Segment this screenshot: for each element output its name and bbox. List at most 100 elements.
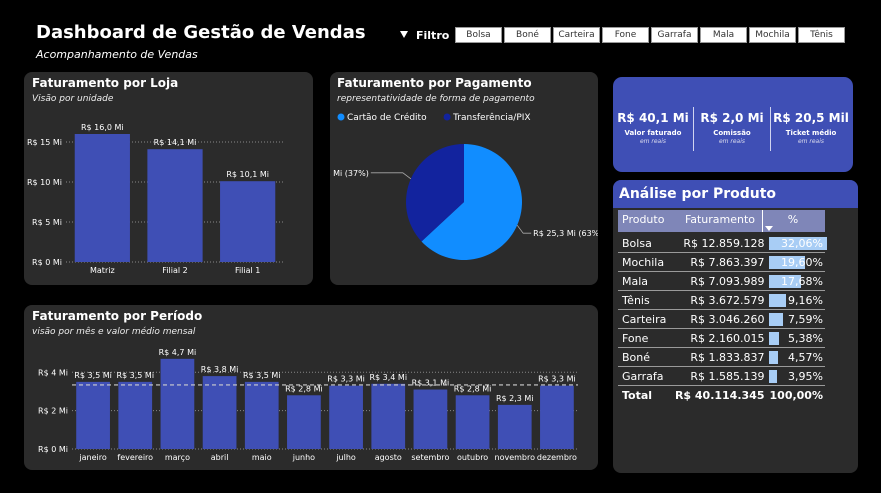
cell-percent: 32,06%	[766, 234, 828, 253]
filter-label: Filtro	[416, 29, 450, 42]
data-label: R$ 25,3 Mi (63%)	[533, 229, 598, 238]
x-tick-label: novembro	[495, 453, 536, 462]
cell-produto: Mala	[618, 271, 675, 291]
data-label: R$ 2,8 Mi	[285, 384, 323, 393]
total-faturamento: R$ 40.114.345	[674, 388, 765, 402]
bar	[147, 149, 203, 262]
period-chart-panel: Faturamento por Período visão por mês e …	[24, 305, 598, 470]
column-divider	[762, 210, 763, 232]
kpi-commission-unit: em reais	[718, 138, 746, 145]
table-row[interactable]: Garrafa R$ 1.585.139 3,95%	[618, 366, 825, 386]
bar	[74, 134, 130, 262]
cell-produto: Boné	[618, 347, 675, 367]
cell-produto: Fone	[618, 328, 675, 348]
column-header-produto[interactable]: Produto	[622, 213, 664, 226]
filter-option-3[interactable]: Fone	[602, 27, 649, 43]
kpi-card: R$ 40,1 Mi Valor faturado em reais R$ 2,…	[613, 77, 853, 172]
kpi-ticket: R$ 20,5 Mil Ticket médio em reais	[771, 111, 851, 145]
cell-produto: Garrafa	[618, 366, 675, 386]
y-tick-label: R$ 2 Mi	[38, 407, 68, 416]
leader-line	[516, 224, 532, 234]
percent-value: 32,06%	[781, 236, 823, 250]
y-tick-label: R$ 0 Mi	[38, 445, 68, 454]
total-percent: 100,00%	[769, 388, 823, 402]
data-label: R$ 3,5 Mi	[243, 371, 281, 380]
data-label: R$ 3,5 Mi	[116, 371, 154, 380]
product-analysis-panel: Análise por Produto Produto Faturamento …	[613, 180, 858, 473]
leader-line	[370, 172, 412, 180]
x-tick-label: dezembro	[537, 453, 577, 462]
table-row[interactable]: Mochila R$ 7.863.397 19,60%	[618, 252, 825, 272]
filter-option-7[interactable]: Tênis	[798, 27, 845, 43]
filter-option-6[interactable]: Mochila	[749, 27, 796, 43]
data-label: R$ 3,5 Mi	[74, 371, 112, 380]
data-label: R$ 2,3 Mi	[496, 394, 534, 403]
bar	[160, 358, 195, 449]
table-row[interactable]: Boné R$ 1.833.837 4,57%	[618, 347, 825, 367]
x-tick-label: junho	[292, 453, 315, 462]
data-label: R$ 3,8 Mi	[201, 365, 239, 374]
bar	[76, 381, 110, 449]
y-tick-label: R$ 15 Mi	[27, 138, 62, 147]
filter-option-4[interactable]: Garrafa	[651, 27, 698, 43]
x-tick-label: agosto	[375, 453, 402, 462]
cell-percent: 7,59%	[766, 309, 825, 329]
percent-value: 4,57%	[788, 350, 823, 364]
table-total-row: Total R$ 40.114.345 100,00%	[618, 386, 825, 405]
filter-option-5[interactable]: Mala	[700, 27, 747, 43]
filter-option-1[interactable]: Boné	[504, 27, 551, 43]
table-row[interactable]: Bolsa R$ 12.859.128 32,06%	[618, 234, 828, 253]
data-label: R$ 14,8 Mi (37%)	[330, 169, 369, 178]
legend-marker	[443, 113, 451, 121]
column-header-percent[interactable]: %	[763, 213, 823, 226]
bar	[455, 395, 490, 449]
data-label: R$ 3,1 Mi	[412, 379, 450, 388]
y-tick-label: R$ 4 Mi	[38, 368, 68, 377]
data-label: R$ 3,3 Mi	[327, 375, 365, 384]
bar	[220, 181, 276, 262]
cell-produto: Tênis	[618, 290, 675, 310]
period-chart: R$ 0 Mi R$ 2 Mi R$ 4 Mi R$ 3,5 Mi janeiro R$ …	[38, 348, 578, 462]
data-label: R$ 10,1 Mi	[226, 170, 269, 179]
cell-percent: 9,16%	[766, 290, 825, 310]
store-chart-panel: Faturamento por Loja Visão por unidade R…	[24, 72, 313, 285]
percent-value: 7,59%	[788, 312, 823, 326]
payment-chart: Cartão de Crédito Transferência/PIX R$ 25,…	[330, 112, 598, 260]
cell-faturamento: R$ 7.093.989	[674, 271, 767, 291]
x-tick-label: setembro	[411, 453, 449, 462]
cell-faturamento: R$ 7.863.397	[674, 252, 767, 272]
kpi-ticket-label: Ticket médio	[785, 129, 837, 137]
table-row[interactable]: Carteira R$ 3.046.260 7,59%	[618, 309, 825, 329]
kpi-commission-value: R$ 2,0 Mi	[700, 111, 764, 125]
x-tick-label: outubro	[457, 453, 488, 462]
percent-value: 19,60%	[781, 255, 823, 269]
cell-percent: 5,38%	[766, 328, 825, 348]
x-tick-label: Filial 2	[162, 266, 187, 275]
table-row[interactable]: Fone R$ 2.160.015 5,38%	[618, 328, 825, 348]
filter-icon	[400, 31, 408, 38]
product-analysis-title: Análise por Produto	[619, 186, 777, 202]
kpi-commission: R$ 2,0 Mi Comissão em reais	[693, 111, 771, 145]
sort-descending-icon[interactable]	[765, 226, 773, 231]
percent-value: 3,95%	[788, 369, 823, 383]
cell-faturamento: R$ 1.833.837	[674, 347, 767, 367]
cell-faturamento: R$ 2.160.015	[674, 328, 767, 348]
bar	[497, 404, 532, 449]
data-label: R$ 16,0 Mi	[81, 123, 124, 132]
bar	[202, 376, 237, 449]
kpi-revenue-label: Valor faturado	[624, 129, 682, 137]
data-label: R$ 14,1 Mi	[154, 138, 197, 147]
cell-produto: Mochila	[618, 252, 675, 272]
table-row[interactable]: Tênis R$ 3.672.579 9,16%	[618, 290, 825, 310]
column-header-faturamento[interactable]: Faturamento	[679, 213, 761, 226]
filter-option-2[interactable]: Carteira	[553, 27, 600, 43]
bar	[287, 395, 321, 449]
percent-value: 9,16%	[788, 293, 823, 307]
bar	[540, 385, 574, 449]
kpi-revenue-unit: em reais	[639, 138, 667, 145]
store-chart: R$ 0 Mi R$ 5 Mi R$ 10 Mi R$ 15 Mi R$ 16,0 Mi…	[27, 123, 284, 275]
kpi-revenue-value: R$ 40,1 Mi	[617, 111, 689, 125]
x-tick-label: janeiro	[78, 453, 106, 462]
table-row[interactable]: Mala R$ 7.093.989 17,68%	[618, 271, 825, 291]
filter-option-0[interactable]: Bolsa	[455, 27, 502, 43]
